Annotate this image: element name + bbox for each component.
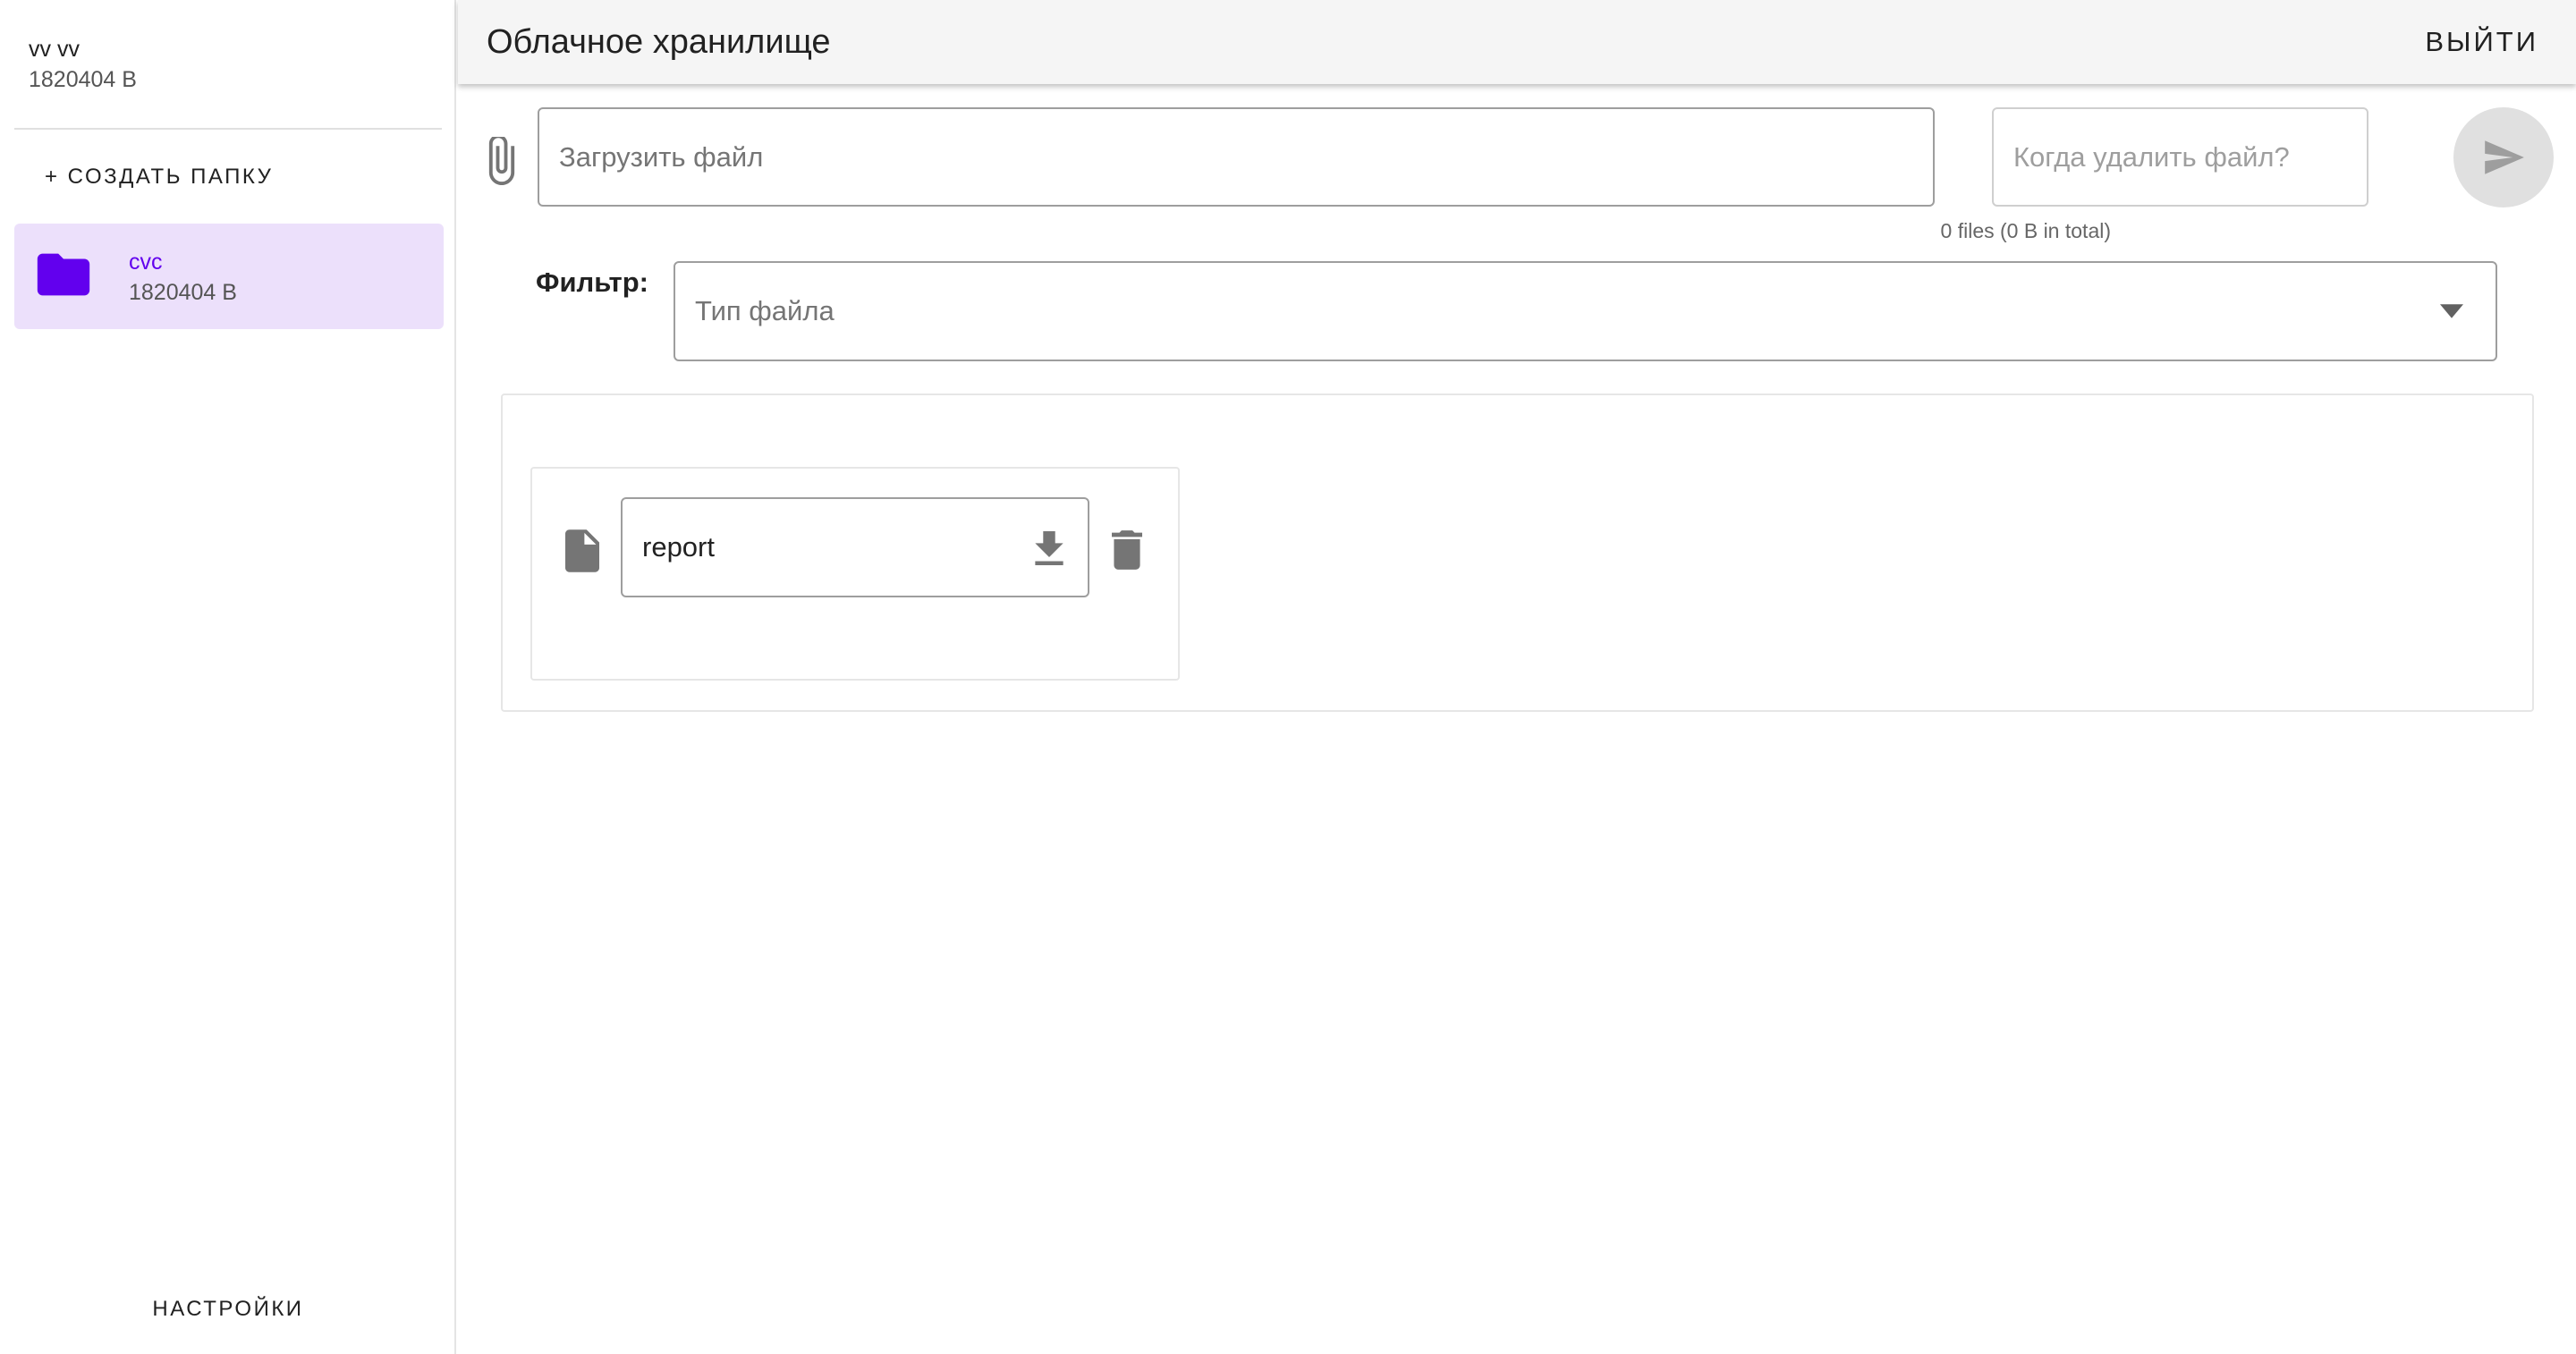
settings-button[interactable]: НАСТРОЙКИ [0, 1286, 456, 1333]
logout-button[interactable]: ВЫЙТИ [2425, 20, 2538, 64]
trash-icon[interactable] [1112, 530, 1142, 570]
delete-date-input[interactable]: Когда удалить файл? [1992, 107, 2368, 207]
sidebar-divider [14, 128, 442, 130]
filter-label: Фильтр: [536, 267, 648, 298]
download-icon[interactable] [1034, 531, 1064, 565]
folder-item-cvc[interactable]: cvc 1820404 B [14, 224, 444, 329]
files-summary: 0 files (0 B in total) [1940, 219, 2111, 242]
file-upload-input[interactable]: Загрузить файл [538, 107, 1935, 207]
file-name-field[interactable]: report [621, 497, 1089, 597]
create-folder-button[interactable]: + СОЗДАТЬ ПАПКУ [29, 154, 289, 200]
folder-icon [37, 253, 90, 296]
send-icon [2485, 140, 2524, 174]
chevron-down-icon [2440, 304, 2463, 318]
file-icon [565, 529, 599, 572]
user-name: vv vv [29, 37, 80, 62]
folder-name: cvc [129, 250, 163, 275]
file-name: report [642, 531, 715, 563]
file-type-select[interactable]: Тип файла [674, 261, 2497, 361]
paperclip-icon[interactable] [483, 137, 521, 185]
app-header: Облачное хранилище ВЫЙТИ [458, 0, 2576, 84]
file-type-placeholder: Тип файла [695, 295, 835, 326]
send-button[interactable] [2453, 107, 2554, 207]
user-storage-size: 1820404 B [29, 67, 137, 92]
app-title: Облачное хранилище [487, 23, 831, 61]
user-info: vv vv 1820404 B [29, 34, 137, 95]
sidebar: vv vv 1820404 B + СОЗДАТЬ ПАПКУ cvc 1820… [0, 0, 456, 1354]
folder-size: 1820404 B [129, 280, 237, 305]
